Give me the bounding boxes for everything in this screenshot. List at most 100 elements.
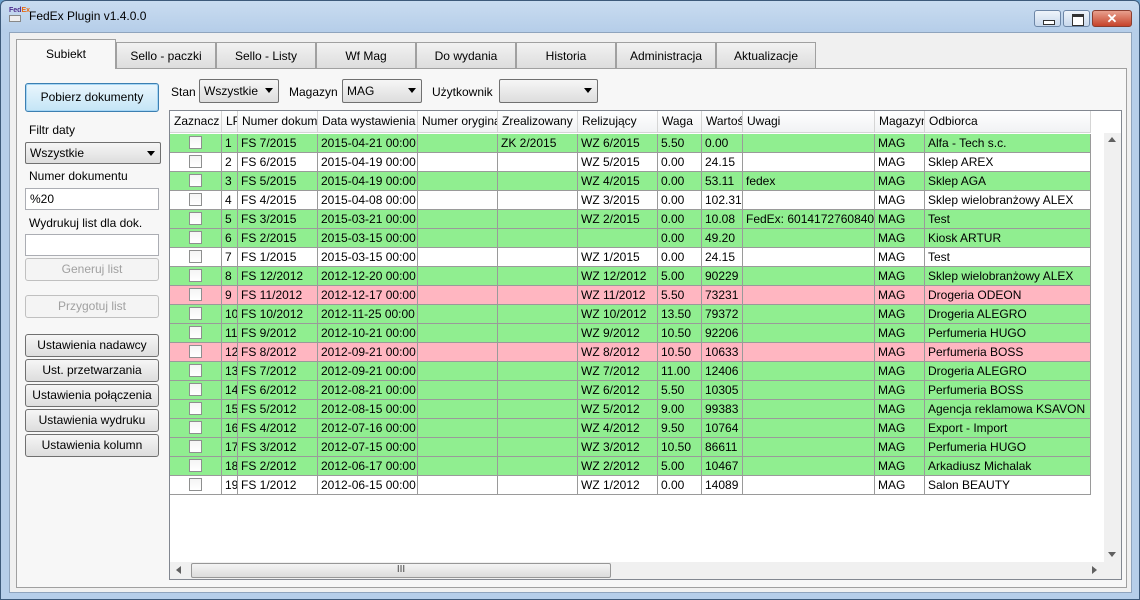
notes-cell (743, 343, 875, 361)
row-checkbox[interactable] (189, 212, 202, 225)
table-row[interactable]: 1 FS 7/2015 2015-04-21 00:00 ZK 2/2015 WZ 6/… (170, 134, 1091, 153)
column-header-original-number[interactable]: Numer oryginalny (418, 111, 498, 133)
table-row[interactable]: 9 FS 11/2012 2012-12-17 00:00 WZ 11/2012 5.5… (170, 286, 1091, 305)
table-row[interactable]: 14 FS 6/2012 2012-08-21 00:00 WZ 6/2012 5.50… (170, 381, 1091, 400)
value-cell: 49.20 (702, 229, 743, 247)
tab-sello-listy[interactable]: Sello - Listy (216, 42, 316, 69)
lp-cell: 10 (222, 305, 238, 323)
scroll-up-icon[interactable] (1108, 137, 1116, 142)
column-header-recipient[interactable]: Odbiorca (925, 111, 1091, 133)
value-cell: 10633 (702, 343, 743, 361)
row-checkbox[interactable] (189, 174, 202, 187)
minimize-icon[interactable] (1034, 10, 1061, 27)
row-checkbox[interactable] (189, 250, 202, 263)
print-settings-button[interactable]: Ustawienia wydruku (25, 409, 159, 432)
row-checkbox[interactable] (189, 383, 202, 396)
row-checkbox[interactable] (189, 440, 202, 453)
tab-sello-paczki[interactable]: Sello - paczki (116, 42, 216, 69)
table-row[interactable]: 6 FS 2/2015 2015-03-15 00:00 0.00 49.20 MAG Ki… (170, 229, 1091, 248)
table-row[interactable]: 17 FS 3/2012 2012-07-15 00:00 WZ 3/2012 10.5… (170, 438, 1091, 457)
date-filter-value: Wszystkie (30, 146, 84, 160)
column-settings-button[interactable]: Ustawienia kolumn (25, 434, 159, 457)
table-row[interactable]: 5 FS 3/2015 2015-03-21 00:00 WZ 2/2015 0.00 1… (170, 210, 1091, 229)
table-row[interactable]: 2 FS 6/2015 2015-04-19 00:00 WZ 5/2015 0.00 2… (170, 153, 1091, 172)
select-cell (170, 362, 222, 380)
lp-cell: 2 (222, 153, 238, 171)
column-header-fulfilled[interactable]: Zrealizowany (498, 111, 578, 133)
row-checkbox[interactable] (189, 364, 202, 377)
documents-grid[interactable]: ZaznaczLPNumer dokumentuData wystawienia… (169, 110, 1122, 580)
row-checkbox[interactable] (189, 459, 202, 472)
generate-label-button[interactable]: Generuj list (25, 258, 159, 281)
table-row[interactable]: 3 FS 5/2015 2015-04-19 00:00 WZ 4/2015 0.00 5… (170, 172, 1091, 191)
column-header-value[interactable]: Wartość (702, 111, 743, 133)
tab-subiekt[interactable]: Subiekt (16, 39, 116, 69)
table-row[interactable]: 13 FS 7/2012 2012-09-21 00:00 WZ 7/2012 11.0… (170, 362, 1091, 381)
row-checkbox[interactable] (189, 421, 202, 434)
row-checkbox[interactable] (189, 269, 202, 282)
table-row[interactable]: 4 FS 4/2015 2015-04-08 00:00 WZ 3/2015 0.00 1… (170, 191, 1091, 210)
weight-cell: 5.50 (658, 286, 702, 304)
column-header-weight[interactable]: Waga (658, 111, 702, 133)
select-cell (170, 343, 222, 361)
fulfilled-cell (498, 343, 578, 361)
doc-number-input[interactable]: %20 (25, 188, 159, 210)
scroll-right-icon[interactable] (1092, 566, 1097, 574)
state-select[interactable]: Wszystkie (199, 79, 279, 103)
tab-aktualizacje[interactable]: Aktualizacje (716, 42, 816, 69)
column-header-doc-number[interactable]: Numer dokumentu (238, 111, 318, 133)
table-row[interactable]: 10 FS 10/2012 2012-11-25 00:00 WZ 10/2012 13… (170, 305, 1091, 324)
print-for-doc-input[interactable] (25, 234, 159, 256)
recipient-cell: Perfumeria BOSS (925, 343, 1091, 361)
table-row[interactable]: 11 FS 9/2012 2012-10-21 00:00 WZ 9/2012 10.5… (170, 324, 1091, 343)
table-row[interactable]: 12 FS 8/2012 2012-09-21 00:00 WZ 8/2012 10.5… (170, 343, 1091, 362)
row-checkbox[interactable] (189, 402, 202, 415)
recipient-cell: Perfumeria HUGO (925, 324, 1091, 342)
table-row[interactable]: 7 FS 1/2015 2015-03-15 00:00 WZ 1/2015 0.00 2… (170, 248, 1091, 267)
vertical-scrollbar[interactable] (1104, 133, 1121, 563)
connection-settings-button[interactable]: Ustawienia połączenia (25, 384, 159, 407)
user-select[interactable] (499, 79, 598, 103)
window-title: FedEx Plugin v1.4.0.0 (29, 9, 147, 23)
maximize-icon[interactable] (1063, 10, 1090, 27)
scroll-left-icon[interactable] (176, 566, 181, 574)
sender-settings-button[interactable]: Ustawienia nadawcy (25, 334, 159, 357)
title-bar[interactable]: FedEx FedEx Plugin v1.4.0.0 ✕ (1, 1, 1139, 32)
row-checkbox[interactable] (189, 136, 202, 149)
column-header-select[interactable]: Zaznacz (170, 111, 222, 133)
scroll-down-icon[interactable] (1108, 552, 1116, 557)
table-row[interactable]: 8 FS 12/2012 2012-12-20 00:00 WZ 12/2012 5.0… (170, 267, 1091, 286)
row-checkbox[interactable] (189, 288, 202, 301)
row-checkbox[interactable] (189, 231, 202, 244)
table-row[interactable]: 19 FS 1/2012 2012-06-15 00:00 WZ 1/2012 0.00… (170, 476, 1091, 495)
table-row[interactable]: 16 FS 4/2012 2012-07-16 00:00 WZ 4/2012 9.50… (170, 419, 1091, 438)
tab-do-wydania[interactable]: Do wydania (416, 42, 516, 69)
row-checkbox[interactable] (189, 193, 202, 206)
column-header-warehouse[interactable]: Magazyn (875, 111, 925, 133)
date-filter-select[interactable]: Wszystkie (25, 142, 161, 164)
column-header-fulfiller[interactable]: Relizujący (578, 111, 658, 133)
column-header-issue-date[interactable]: Data wystawienia (318, 111, 418, 133)
table-row[interactable]: 15 FS 5/2012 2012-08-15 00:00 WZ 5/2012 9.00… (170, 400, 1091, 419)
select-cell (170, 267, 222, 285)
column-header-notes[interactable]: Uwagi (743, 111, 875, 133)
fetch-documents-button[interactable]: Pobierz dokumenty (25, 83, 159, 112)
issue-date-cell: 2012-08-15 00:00 (318, 400, 418, 418)
tab-historia[interactable]: Historia (516, 42, 616, 69)
table-row[interactable]: 18 FS 2/2012 2012-06-17 00:00 WZ 2/2012 5.00… (170, 457, 1091, 476)
tab-wf-mag[interactable]: Wf Mag (316, 42, 416, 69)
processing-settings-button[interactable]: Ust. przetwarzania (25, 359, 159, 382)
doc-number-cell: FS 5/2012 (238, 400, 318, 418)
row-checkbox[interactable] (189, 307, 202, 320)
column-header-lp[interactable]: LP (222, 111, 238, 133)
row-checkbox[interactable] (189, 326, 202, 339)
row-checkbox[interactable] (189, 155, 202, 168)
close-icon[interactable]: ✕ (1092, 10, 1132, 27)
row-checkbox[interactable] (189, 478, 202, 491)
row-checkbox[interactable] (189, 345, 202, 358)
horizontal-scrollbar[interactable]: III (170, 562, 1121, 579)
prepare-label-button[interactable]: Przygotuj list (25, 295, 159, 318)
warehouse-select[interactable]: MAG (342, 79, 422, 103)
tab-administracja[interactable]: Administracja (616, 42, 716, 69)
scroll-thumb[interactable]: III (191, 563, 611, 578)
